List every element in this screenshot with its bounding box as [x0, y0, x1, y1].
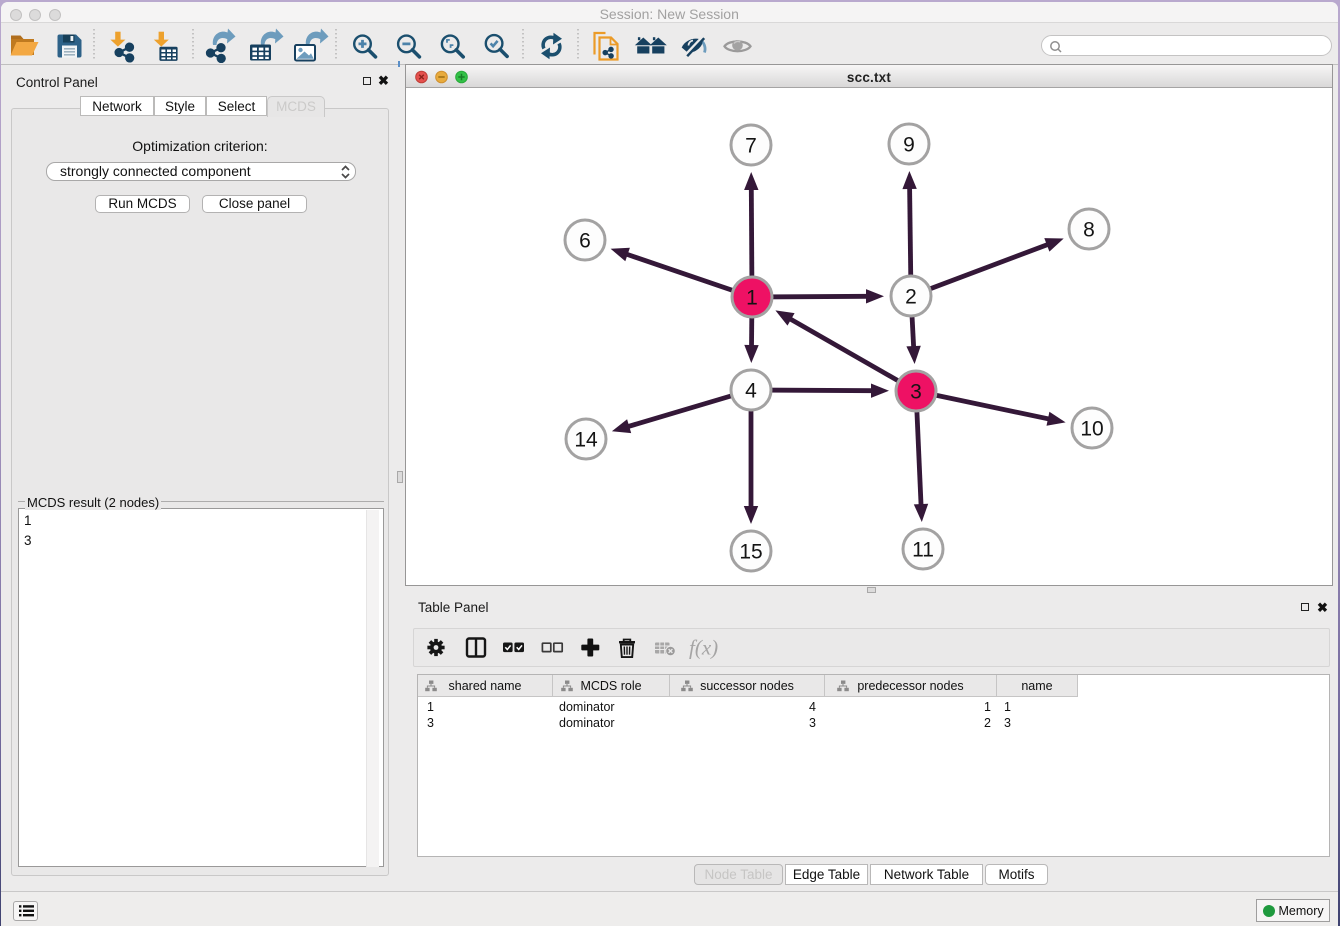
svg-text:f(x): f(x): [689, 636, 718, 660]
svg-text:9: 9: [903, 134, 915, 157]
svg-text:6: 6: [579, 230, 591, 253]
svg-text:11: 11: [912, 539, 934, 562]
svg-text:7: 7: [745, 135, 757, 158]
svg-text:3: 3: [910, 381, 922, 404]
svg-text:4: 4: [745, 380, 757, 403]
svg-text:10: 10: [1080, 418, 1103, 441]
svg-text:15: 15: [739, 541, 762, 564]
svg-text:14: 14: [574, 429, 598, 452]
svg-text:8: 8: [1083, 219, 1095, 242]
svg-text:2: 2: [905, 286, 917, 309]
svg-text:1: 1: [746, 287, 758, 310]
